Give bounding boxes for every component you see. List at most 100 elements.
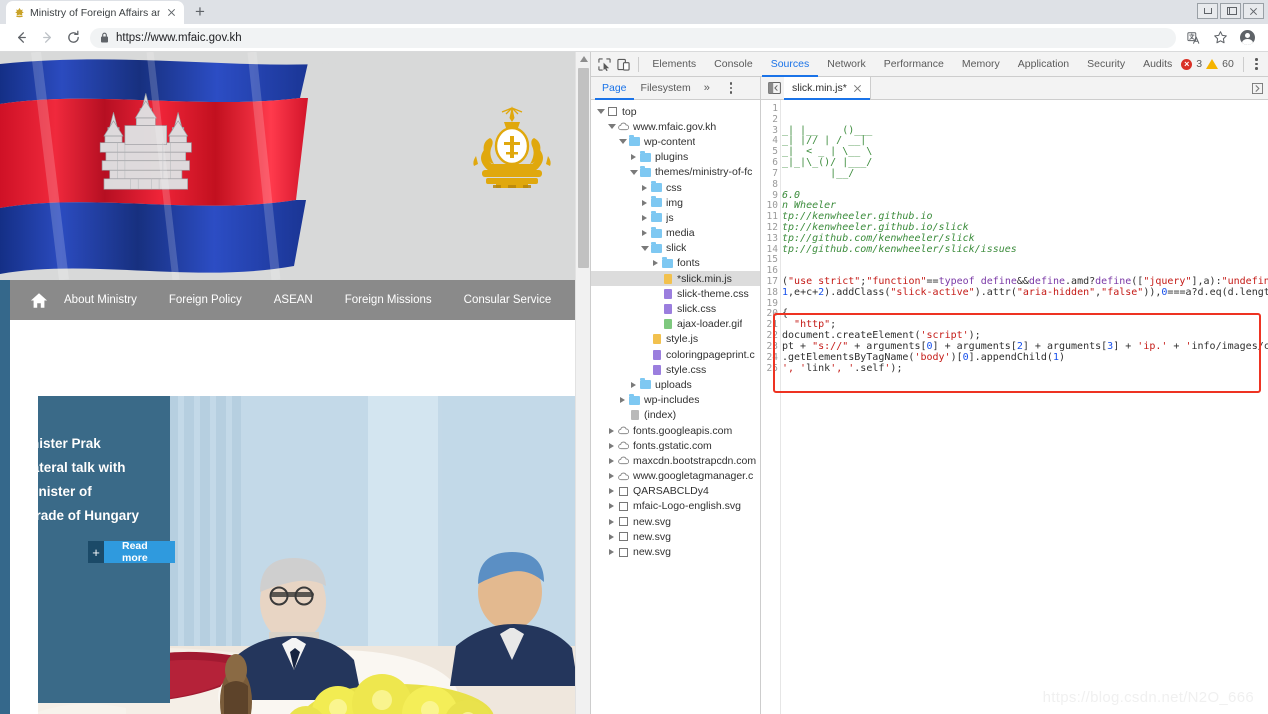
tree-collapsed-arrow-icon[interactable]	[606, 549, 617, 555]
address-bar[interactable]: https://www.mfaic.gov.kh	[90, 28, 1176, 48]
tree-collapsed-arrow-icon[interactable]	[606, 519, 617, 525]
back-arrow-icon[interactable]	[8, 25, 34, 51]
tree-expanded-arrow-icon[interactable]	[595, 109, 606, 114]
file-tree-row[interactable]: fonts.googleapis.com	[591, 423, 760, 438]
read-more-plus-icon[interactable]: +	[88, 541, 104, 563]
tree-collapsed-arrow-icon[interactable]	[606, 473, 617, 479]
devtools-tab-application[interactable]: Application	[1009, 52, 1078, 77]
devtools-tab-elements[interactable]: Elements	[643, 52, 705, 77]
page-scrollbar-thumb[interactable]	[578, 68, 589, 268]
devtools-tab-console[interactable]: Console	[705, 52, 762, 77]
file-tree-row[interactable]: img	[591, 195, 760, 210]
code-line[interactable]: |__/	[782, 169, 1268, 180]
file-tree-row[interactable]: www.mfaic.gov.kh	[591, 119, 760, 134]
code-line[interactable]: {	[782, 309, 1268, 320]
editor-tab-close-icon[interactable]	[853, 84, 862, 93]
issue-counters[interactable]: × 3 60	[1181, 58, 1238, 70]
browser-tab[interactable]: Ministry of Foreign Affairs and	[6, 1, 184, 24]
toggle-device-toolbar-icon[interactable]	[614, 53, 633, 75]
tree-collapsed-arrow-icon[interactable]	[606, 443, 617, 449]
file-tree-row[interactable]: maxcdn.bootstrapcdn.com	[591, 453, 760, 468]
tree-expanded-arrow-icon[interactable]	[639, 246, 650, 251]
devtools-tab-performance[interactable]: Performance	[875, 52, 953, 77]
file-tree-row[interactable]: js	[591, 210, 760, 225]
window-close-button[interactable]	[1243, 3, 1264, 19]
tree-expanded-arrow-icon[interactable]	[606, 124, 617, 129]
tab-close-icon[interactable]	[165, 6, 178, 19]
tree-collapsed-arrow-icon[interactable]	[628, 382, 639, 388]
devtools-tab-network[interactable]: Network	[818, 52, 875, 77]
file-tree-row[interactable]: themes/ministry-of-fc	[591, 165, 760, 180]
file-tree-row[interactable]: QARSABCLDy4	[591, 484, 760, 499]
file-tree-row[interactable]: fonts	[591, 256, 760, 271]
navigator-more-options-icon[interactable]	[722, 82, 740, 94]
devtools-tab-security[interactable]: Security	[1078, 52, 1134, 77]
file-tree-row[interactable]: new.svg	[591, 514, 760, 529]
code-line[interactable]: tp://github.com/kenwheeler/slick/issues	[782, 245, 1268, 256]
code-line[interactable]	[782, 255, 1268, 266]
tree-collapsed-arrow-icon[interactable]	[617, 397, 628, 403]
code-line[interactable]	[782, 299, 1268, 310]
file-tree-row[interactable]: (index)	[591, 408, 760, 423]
tree-collapsed-arrow-icon[interactable]	[606, 458, 617, 464]
file-tree-row[interactable]: ajax-loader.gif	[591, 317, 760, 332]
file-tree-row[interactable]: plugins	[591, 150, 760, 165]
file-tree-row[interactable]: new.svg	[591, 529, 760, 544]
translate-icon[interactable]	[1182, 26, 1206, 50]
window-minimize-button[interactable]	[1197, 3, 1218, 19]
nav-item-asean[interactable]: ASEAN	[258, 280, 329, 320]
home-icon[interactable]	[30, 292, 48, 309]
tree-collapsed-arrow-icon[interactable]	[628, 154, 639, 160]
tree-collapsed-arrow-icon[interactable]	[639, 230, 650, 236]
devtools-tab-sources[interactable]: Sources	[762, 52, 819, 77]
file-tree-row[interactable]: coloringpageprint.c	[591, 347, 760, 362]
nav-item-about-ministry[interactable]: About Ministry	[48, 280, 153, 320]
account-avatar-icon[interactable]	[1234, 25, 1260, 51]
devtools-tab-audits[interactable]: Audits	[1134, 52, 1181, 77]
code-line[interactable]: ', 'link', '.self');	[782, 364, 1268, 375]
tree-collapsed-arrow-icon[interactable]	[606, 503, 617, 509]
code-line[interactable]: 1,e+c+2).addClass("slick-active").attr("…	[782, 288, 1268, 299]
tree-collapsed-arrow-icon[interactable]	[606, 534, 617, 540]
file-tree-row[interactable]: style.js	[591, 332, 760, 347]
file-tree-row[interactable]: wp-content	[591, 134, 760, 149]
file-tree-row[interactable]: uploads	[591, 377, 760, 392]
tree-collapsed-arrow-icon[interactable]	[606, 428, 617, 434]
show-navigator-icon[interactable]	[764, 77, 784, 100]
forward-arrow-icon[interactable]	[34, 25, 60, 51]
file-tree[interactable]: topwww.mfaic.gov.khwp-contentpluginsthem…	[591, 100, 760, 714]
navigator-more-tabs-icon[interactable]: »	[698, 82, 716, 94]
code-content[interactable]: _| |__ ()____| |// | / __|_| < _ | \__ \…	[782, 100, 1268, 714]
file-tree-row[interactable]: new.svg	[591, 544, 760, 559]
navigator-tab-filesystem[interactable]: Filesystem	[634, 77, 698, 100]
window-maximize-button[interactable]	[1220, 3, 1241, 19]
tree-expanded-arrow-icon[interactable]	[628, 170, 639, 175]
file-tree-row[interactable]: wp-includes	[591, 393, 760, 408]
file-tree-row[interactable]: top	[591, 104, 760, 119]
code-line[interactable]	[782, 104, 1268, 115]
devtools-more-options-icon[interactable]	[1249, 58, 1264, 70]
file-tree-row[interactable]: slick.css	[591, 301, 760, 316]
file-tree-row[interactable]: style.css	[591, 362, 760, 377]
tree-collapsed-arrow-icon[interactable]	[606, 488, 617, 494]
tree-expanded-arrow-icon[interactable]	[617, 139, 628, 144]
inspect-element-icon[interactable]	[595, 53, 614, 75]
file-tree-row[interactable]: fonts.gstatic.com	[591, 438, 760, 453]
code-line[interactable]: 6.0	[782, 191, 1268, 202]
file-tree-row[interactable]: css	[591, 180, 760, 195]
nav-item-foreign-policy[interactable]: Foreign Policy	[153, 280, 258, 320]
scroll-up-arrow-icon[interactable]	[576, 52, 590, 66]
tree-collapsed-arrow-icon[interactable]	[639, 200, 650, 206]
file-tree-row[interactable]: slick-theme.css	[591, 286, 760, 301]
read-more-button[interactable]: Read more	[104, 541, 175, 563]
new-tab-button[interactable]	[187, 0, 213, 24]
devtools-tab-memory[interactable]: Memory	[953, 52, 1009, 77]
tree-collapsed-arrow-icon[interactable]	[639, 185, 650, 191]
code-editor-area[interactable]: 1234567891011121314151617181920212223242…	[761, 100, 1268, 714]
nav-item-foreign-missions[interactable]: Foreign Missions	[329, 280, 448, 320]
star-icon[interactable]	[1208, 26, 1232, 50]
code-line[interactable]: _|_|\_()/ |___/	[782, 158, 1268, 169]
tree-collapsed-arrow-icon[interactable]	[650, 260, 661, 266]
navigator-tab-page[interactable]: Page	[595, 77, 634, 100]
file-tree-row[interactable]: slick	[591, 241, 760, 256]
